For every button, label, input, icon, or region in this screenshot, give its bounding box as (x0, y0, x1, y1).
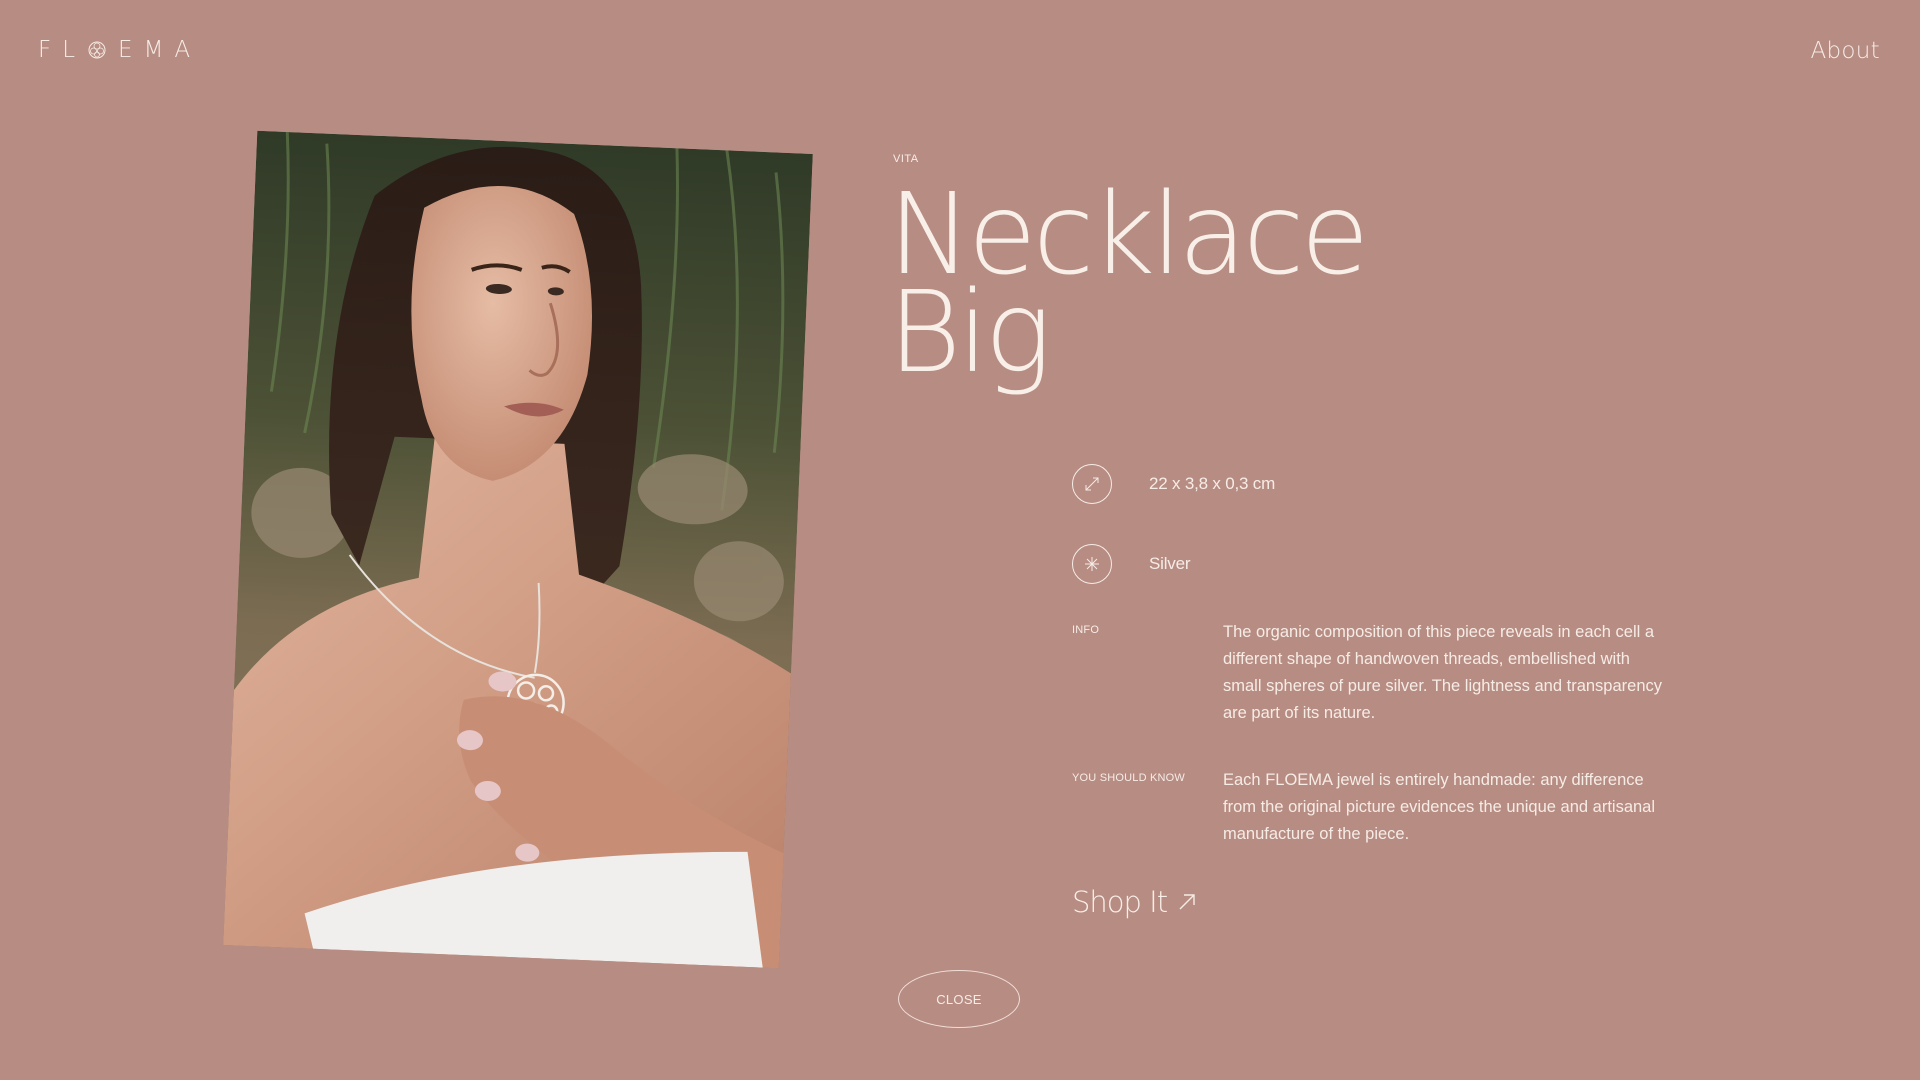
dimensions-value: 22 x 3,8 x 0,3 cm (1149, 474, 1276, 493)
material-value: Silver (1149, 554, 1191, 573)
product-photo (223, 130, 813, 969)
flower-gem-icon (86, 39, 108, 61)
shop-it-link[interactable]: Shop It (1072, 885, 1197, 919)
info-label: INFO (1072, 624, 1100, 636)
brand-logo[interactable]: FL EMA (38, 36, 201, 64)
diagonal-resize-icon (1072, 464, 1112, 504)
close-button[interactable]: CLOSE (898, 970, 1020, 1028)
you-should-know-text: Each FLOEMA jewel is entirely handmade: … (1223, 771, 1656, 843)
product-title: Necklace Big (888, 179, 1369, 389)
sparkle-icon (1072, 544, 1112, 584)
material-row: Silver (1072, 544, 1191, 584)
dimensions-row: 22 x 3,8 x 0,3 cm (1072, 464, 1275, 504)
arrow-up-right-icon (1177, 892, 1197, 912)
logo-text-left: FL (38, 37, 87, 63)
product-detail-page: FL EMA About VITA Necklace Big 22 x 3,8 … (0, 0, 1920, 1080)
logo-text-right: EMA (118, 37, 202, 63)
you-should-know-label: YOU SHOULD KNOW (1072, 772, 1186, 784)
collection-label: VITA (893, 153, 919, 165)
nav-about-link[interactable]: About (1810, 38, 1880, 64)
shop-it-label: Shop It (1072, 885, 1168, 919)
info-text: The organic composition of this piece re… (1223, 623, 1663, 722)
